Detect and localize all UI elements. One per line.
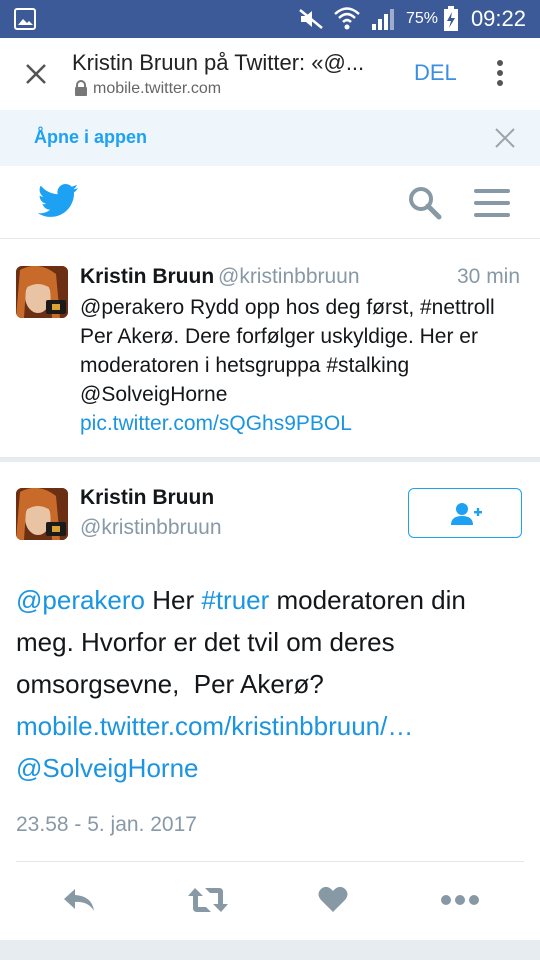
tweet-text-fragment: Her [145,585,202,615]
menu-icon[interactable] [474,188,510,218]
hashtag-link[interactable]: #truer [201,585,269,615]
close-icon[interactable] [24,62,48,86]
twitter-header [0,166,540,239]
tweet-time[interactable]: 30 min [457,265,520,289]
image-icon [14,8,36,30]
wifi-icon [334,7,360,30]
search-icon[interactable] [408,186,442,220]
tweet-text: @perakero Rydd opp hos deg først, #nettr… [80,293,530,438]
tweet-detail-card: Kristin Bruun @kristinbbruun @perakero H… [0,462,540,940]
mute-icon [299,9,323,29]
avatar[interactable] [16,488,68,540]
avatar[interactable] [16,266,68,318]
lock-icon [75,80,87,96]
mention-link[interactable]: @perakero [16,585,145,615]
reply-icon[interactable] [62,887,96,913]
follow-icon [451,503,482,525]
tweet-timestamp[interactable]: 23.58 - 5. jan. 2017 [16,813,197,837]
share-button[interactable]: DEL [414,60,457,86]
divider [16,861,524,862]
clock: 09:22 [470,6,526,31]
page-title: Kristin Bruun på Twitter: «@... [72,50,365,75]
battery-icon [444,6,458,31]
close-icon[interactable] [494,127,516,149]
author-handle[interactable]: @kristinbbruun [80,516,222,540]
tweet-link[interactable]: mobile.twitter.com/kristinbbruun/… [16,705,531,747]
tweet-text-line: Per Akerø. Dere forfølger uskyldige. Her… [80,325,478,348]
tweet-text: @perakero Her #truer moderatoren din meg… [16,579,531,789]
open-in-app-link[interactable]: Åpne i appen [34,127,147,148]
signal-icon [372,9,394,30]
author-name[interactable]: Kristin Bruun [80,265,214,289]
status-bar: 75% 09:22 [0,0,540,38]
open-app-banner: Åpne i appen [0,110,540,166]
page-url: mobile.twitter.com [93,80,222,97]
twitter-bird-icon[interactable] [38,184,78,218]
like-icon[interactable] [318,885,348,913]
tweet-link[interactable]: pic.twitter.com/sQGhs9PBOL [80,409,530,438]
battery-percent: 75% [405,10,438,27]
retweet-icon[interactable] [187,886,229,914]
author-name[interactable]: Kristin Bruun [80,486,214,510]
more-horiz-icon[interactable] [440,892,480,908]
more-vert-icon[interactable] [494,58,506,88]
tweet-text-line: meg. Hvorfor er det tvil om deres [16,627,395,657]
tweet-text-line: @perakero Rydd opp hos deg først, #nettr… [80,296,495,319]
follow-button[interactable] [408,488,522,538]
tweet-text-line: moderatoren i hetsgruppa #stalking [80,354,410,377]
browser-toolbar: Kristin Bruun på Twitter: «@... mobile.t… [0,38,540,111]
tweet-card[interactable]: Kristin Bruun @kristinbbruun 30 min @per… [0,239,540,458]
tweet-text-line: omsorgsevne, Per Akerø? [16,669,324,699]
mention-link[interactable]: @SolveigHorne [16,747,531,789]
tweet-text-line: @SolveigHorne [80,383,228,406]
author-handle[interactable]: @kristinbbruun [218,265,360,289]
tweet-text-fragment: moderatoren din [269,585,466,615]
tweet-text-line: @perakero Her #truer moderatoren din [16,579,531,621]
